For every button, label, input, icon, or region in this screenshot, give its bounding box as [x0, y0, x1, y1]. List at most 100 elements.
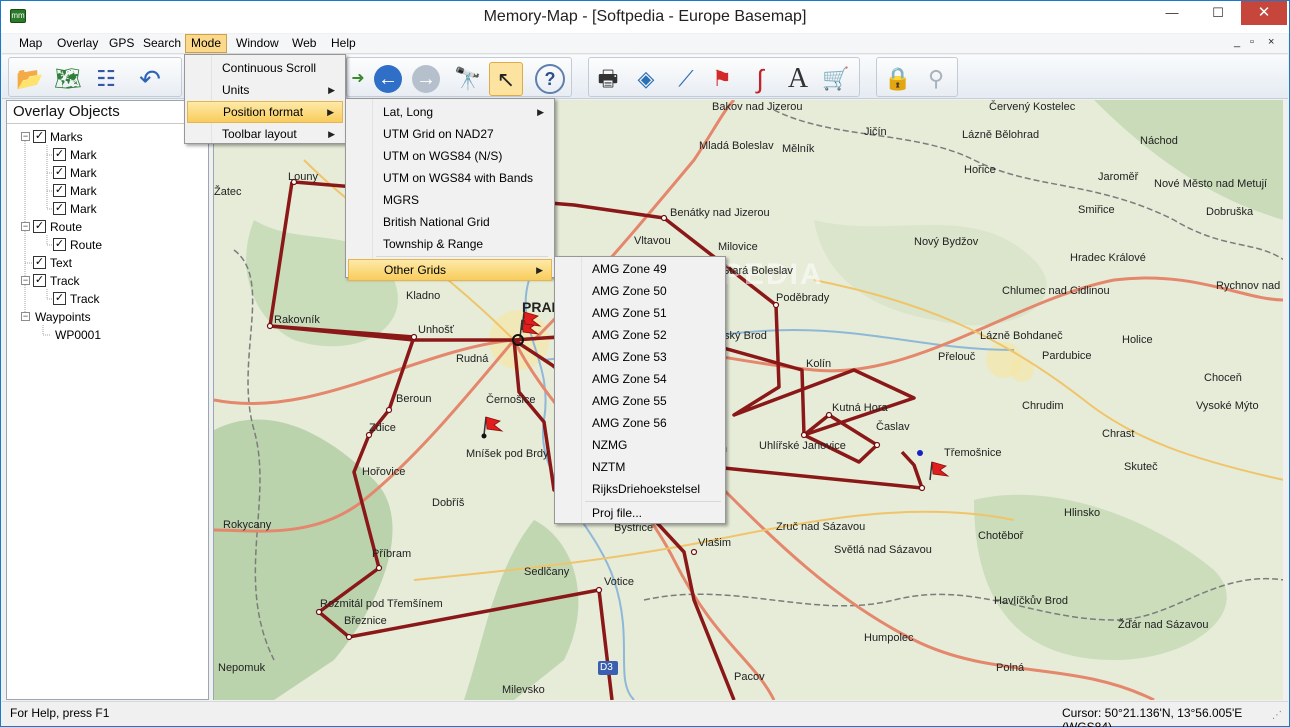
menu-item-amg-zone-55[interactable]: AMG Zone 55	[557, 390, 723, 412]
menu-bar: Map Overlay GPS Search Mode Window Web H…	[2, 34, 1288, 54]
status-help-text: For Help, press F1	[10, 706, 110, 720]
checkbox-icon[interactable]: ✓	[53, 148, 66, 161]
menu-item-nzmg[interactable]: NZMG	[557, 434, 723, 456]
undo-button[interactable]: ↶	[133, 62, 167, 96]
menu-item-continuous-scroll[interactable]: Continuous Scroll	[187, 57, 343, 79]
title-bar[interactable]: mm Memory-Map - [Softpedia - Europe Base…	[1, 1, 1289, 33]
menu-item-utm-on-wgs84-n-s[interactable]: UTM on WGS84 (N/S)	[348, 145, 552, 167]
maximize-button[interactable]: ☐	[1195, 1, 1241, 25]
select-tool-button[interactable]: ↖	[489, 62, 523, 96]
menu-item-amg-zone-52[interactable]: AMG Zone 52	[557, 324, 723, 346]
shop-button[interactable]: 🛒	[819, 62, 853, 96]
menu-item-toolbar-layout[interactable]: Toolbar layout ▶	[187, 123, 343, 145]
tree-item-marks[interactable]: − ✓ Marks	[7, 128, 207, 146]
menu-item-label: MGRS	[383, 193, 419, 207]
menu-gps[interactable]: GPS	[104, 34, 139, 53]
menu-item-label: AMG Zone 53	[592, 350, 667, 364]
menu-item-amg-zone-56[interactable]: AMG Zone 56	[557, 412, 723, 434]
menu-window[interactable]: Window	[231, 34, 284, 53]
tree-item-label: Route	[70, 238, 103, 252]
menu-item-mgrs[interactable]: MGRS	[348, 189, 552, 211]
checkbox-icon[interactable]: ✓	[53, 184, 66, 197]
menu-item-british-national-grid[interactable]: British National Grid	[348, 211, 552, 233]
menu-item-amg-zone-51[interactable]: AMG Zone 51	[557, 302, 723, 324]
tree-expander-icon[interactable]: −	[21, 276, 30, 285]
3d-view-button[interactable]: ◈	[629, 62, 663, 96]
checkbox-icon[interactable]: ✓	[33, 130, 46, 143]
tree-expander-icon[interactable]: −	[21, 222, 30, 231]
submenu-arrow-icon: ▶	[328, 129, 335, 139]
close-button[interactable]: ✕	[1241, 1, 1287, 25]
mdi-close-button[interactable]: ×	[1268, 36, 1274, 48]
menu-item-amg-zone-50[interactable]: AMG Zone 50	[557, 280, 723, 302]
3d-view-icon: ◈	[637, 66, 655, 91]
menu-web[interactable]: Web	[287, 34, 321, 53]
help-button[interactable]: ?	[533, 62, 567, 96]
tree-item-mark[interactable]: ✓ Mark	[7, 200, 207, 218]
menu-item-label: Township & Range	[383, 237, 484, 251]
checkbox-icon[interactable]: ✓	[33, 256, 46, 269]
forward-button[interactable]: →	[409, 62, 443, 96]
checkbox-icon[interactable]: ✓	[33, 220, 46, 233]
place-label-humpolec: Humpolec	[864, 632, 914, 644]
tree-item-label: Marks	[50, 130, 83, 144]
place-label-votice: Votice	[604, 576, 634, 588]
menu-item-amg-zone-49[interactable]: AMG Zone 49	[557, 258, 723, 280]
tree-item-mark[interactable]: ✓ Mark	[7, 146, 207, 164]
tree-item-label: Mark	[70, 184, 97, 198]
menu-mode[interactable]: Mode	[185, 34, 228, 53]
next-map-button[interactable]: ➜	[347, 62, 369, 96]
tree-item-mark[interactable]: ✓ Mark	[7, 182, 207, 200]
tree-item-track[interactable]: − ✓ Track	[7, 272, 207, 290]
tree-expander-icon[interactable]: −	[21, 132, 30, 141]
menu-item-label: AMG Zone 50	[592, 284, 667, 298]
checkbox-icon[interactable]: ✓	[53, 292, 66, 305]
menu-item-amg-zone-54[interactable]: AMG Zone 54	[557, 368, 723, 390]
menu-item-utm-on-wgs84-with-bands[interactable]: UTM on WGS84 with Bands	[348, 167, 552, 189]
new-route-button[interactable]: ⟋	[669, 62, 703, 96]
open-button[interactable]: 📂	[13, 62, 47, 96]
mdi-restore-button[interactable]: ▫	[1250, 36, 1254, 48]
tree-item-text[interactable]: ✓ Text	[7, 254, 207, 272]
lock-waypoint-button[interactable]: ⚲	[919, 62, 953, 96]
mdi-minimize-button[interactable]: _	[1234, 36, 1240, 48]
tree-item-wp0001[interactable]: WP0001	[7, 326, 207, 344]
overlay-list-button[interactable]: ☷	[89, 62, 123, 96]
tree-item-track[interactable]: ✓ Track	[7, 290, 207, 308]
menu-item-lat-long[interactable]: Lat, Long ▶	[348, 101, 552, 123]
menu-item-units[interactable]: Units ▶	[187, 79, 343, 101]
menu-item-township-range[interactable]: Township & Range	[348, 233, 552, 255]
tree-item-waypoints[interactable]: − Waypoints	[7, 308, 207, 326]
tree-expander-icon[interactable]: −	[21, 312, 30, 321]
lock-button[interactable]: 🔒	[881, 62, 915, 96]
new-track-button[interactable]: ∫	[743, 62, 777, 96]
new-mark-button[interactable]: ⚑	[705, 62, 739, 96]
tree-item-mark[interactable]: ✓ Mark	[7, 164, 207, 182]
map-sheets-button[interactable]: 🗺	[51, 62, 85, 96]
new-text-button[interactable]: A	[781, 62, 815, 96]
place-label-havl-k-v-brod: Havlíčkův Brod	[994, 595, 1068, 607]
checkbox-icon[interactable]: ✓	[53, 238, 66, 251]
print-button[interactable]: 🖶	[591, 62, 625, 96]
back-button[interactable]: ←	[371, 62, 405, 96]
menu-item-label: AMG Zone 56	[592, 416, 667, 430]
checkbox-icon[interactable]: ✓	[53, 202, 66, 215]
checkbox-icon[interactable]: ✓	[53, 166, 66, 179]
find-button[interactable]: 🔭	[451, 62, 485, 96]
menu-map[interactable]: Map	[14, 34, 47, 53]
tree-item-route[interactable]: ✓ Route	[7, 236, 207, 254]
menu-item-proj-file[interactable]: Proj file...	[557, 502, 723, 524]
menu-overlay[interactable]: Overlay	[52, 34, 103, 53]
menu-item-rijksdriehoekstelsel[interactable]: RijksDriehoekstelsel	[557, 478, 723, 500]
checkbox-icon[interactable]: ✓	[33, 274, 46, 287]
menu-help[interactable]: Help	[326, 34, 361, 53]
menu-item-utm-grid-on-nad27[interactable]: UTM Grid on NAD27	[348, 123, 552, 145]
menu-item-other-grids[interactable]: Other Grids ▶	[348, 259, 552, 281]
menu-item-amg-zone-53[interactable]: AMG Zone 53	[557, 346, 723, 368]
menu-item-nztm[interactable]: NZTM	[557, 456, 723, 478]
menu-search[interactable]: Search	[138, 34, 186, 53]
menu-item-position-format[interactable]: Position format ▶	[187, 101, 343, 123]
tree-item-route[interactable]: − ✓ Route	[7, 218, 207, 236]
resize-grip-icon[interactable]: ⋰	[1272, 710, 1282, 721]
minimize-button[interactable]: —	[1149, 1, 1195, 25]
